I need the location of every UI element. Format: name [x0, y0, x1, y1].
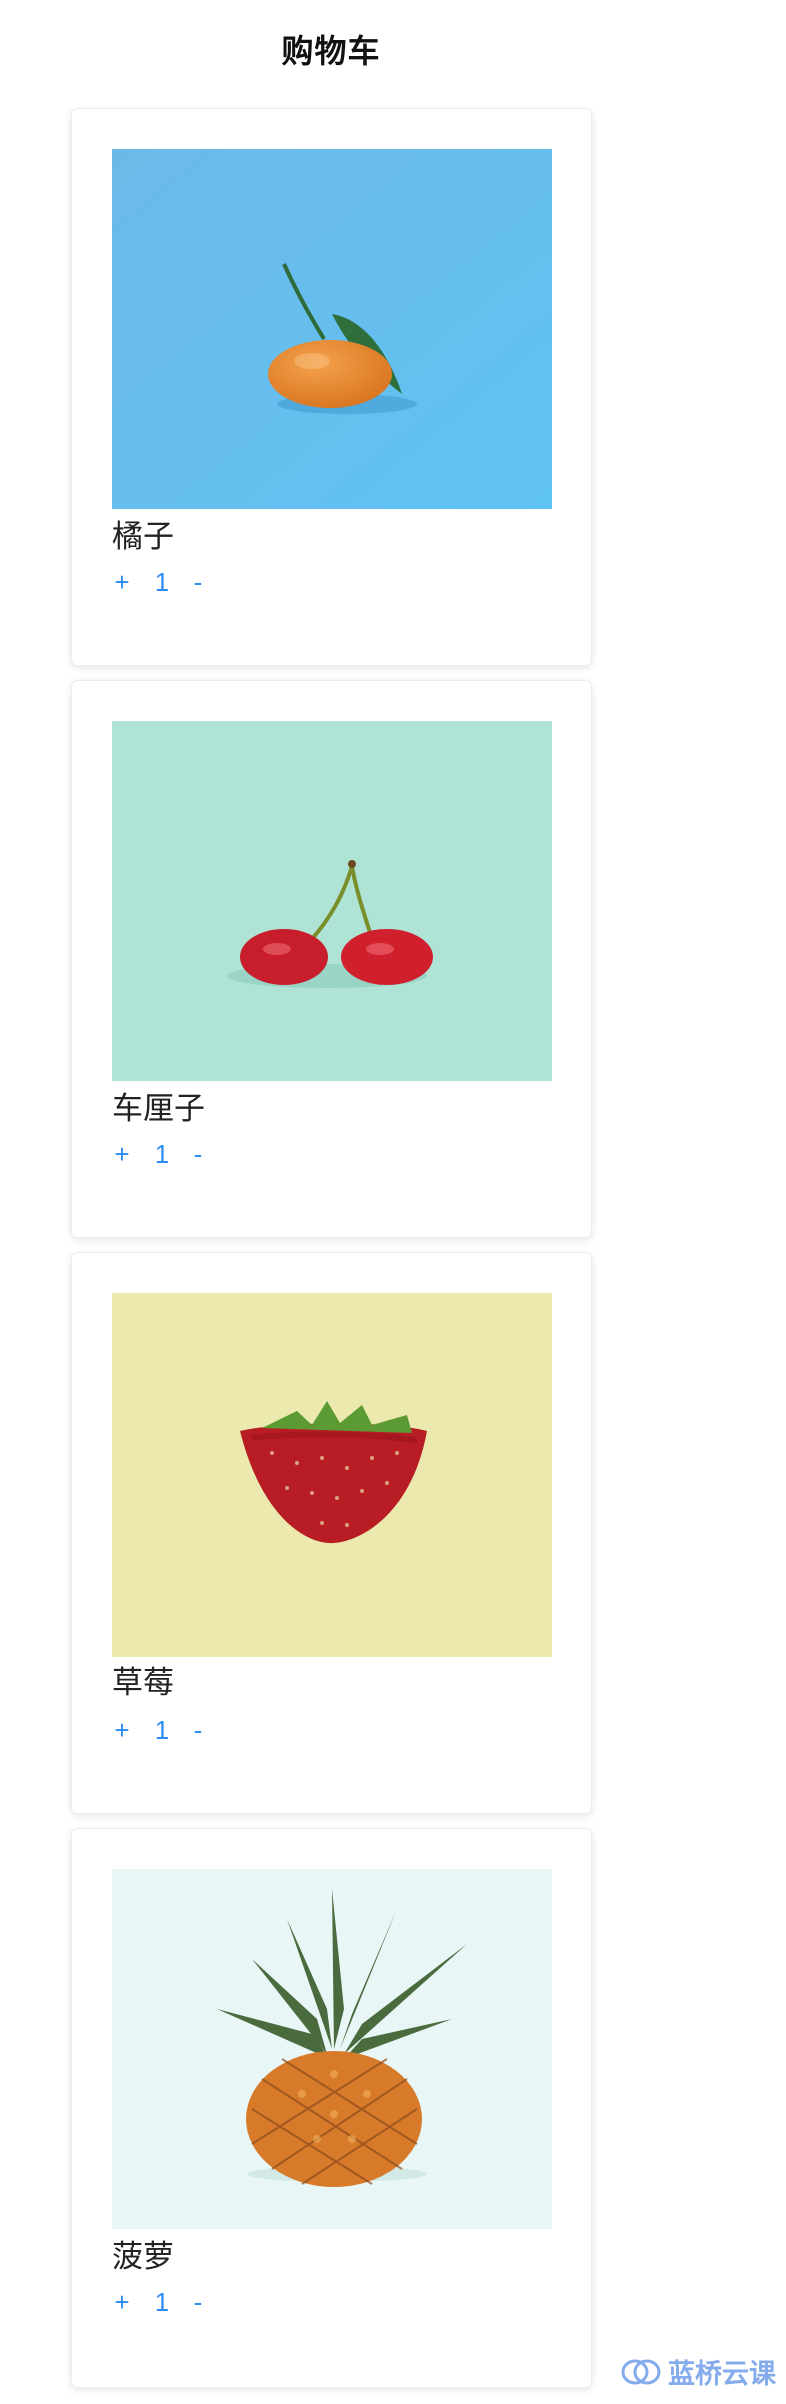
product-name: 菠萝 [112, 2239, 174, 2274]
product-name: 车厘子 [112, 1091, 205, 1126]
strawberry-photo-icon [112, 1293, 552, 1657]
quantity-stepper: + 1 - [112, 1715, 208, 1746]
product-image-orange [112, 149, 552, 509]
product-name: 橘子 [112, 519, 174, 554]
product-card: 车厘子 + 1 - [71, 680, 592, 1238]
increment-button[interactable]: + [112, 567, 132, 598]
pineapple-photo-icon [112, 1869, 552, 2229]
increment-button[interactable]: + [112, 1139, 132, 1170]
product-card: 菠萝 + 1 - [71, 1828, 592, 2388]
quantity-stepper: + 1 - [112, 2287, 208, 2318]
page-title: 购物车 [281, 33, 381, 69]
quantity-value: 1 [154, 1139, 170, 1169]
decrement-button[interactable]: - [188, 1139, 208, 1170]
quantity-value: 1 [154, 2287, 170, 2317]
lanqiao-logo-icon [621, 2359, 661, 2384]
increment-button[interactable]: + [112, 2287, 132, 2318]
product-name: 草莓 [112, 1665, 174, 1700]
product-image-pineapple [112, 1869, 552, 2229]
product-card: 橘子 + 1 - [71, 108, 592, 666]
product-card: 草莓 + 1 - [71, 1252, 592, 1814]
watermark-text: 蓝桥云课 [668, 2359, 776, 2389]
quantity-stepper: + 1 - [112, 567, 208, 598]
quantity-value: 1 [154, 1715, 170, 1745]
cherry-photo-icon [112, 721, 552, 1081]
product-image-strawberry [112, 1293, 552, 1657]
watermark: 蓝桥云课 [620, 2352, 776, 2391]
decrement-button[interactable]: - [188, 2287, 208, 2318]
decrement-button[interactable]: - [188, 1715, 208, 1746]
increment-button[interactable]: + [112, 1715, 132, 1746]
orange-photo-icon [112, 149, 552, 509]
quantity-value: 1 [154, 567, 170, 597]
quantity-stepper: + 1 - [112, 1139, 208, 1170]
product-image-cherry [112, 721, 552, 1081]
decrement-button[interactable]: - [188, 567, 208, 598]
